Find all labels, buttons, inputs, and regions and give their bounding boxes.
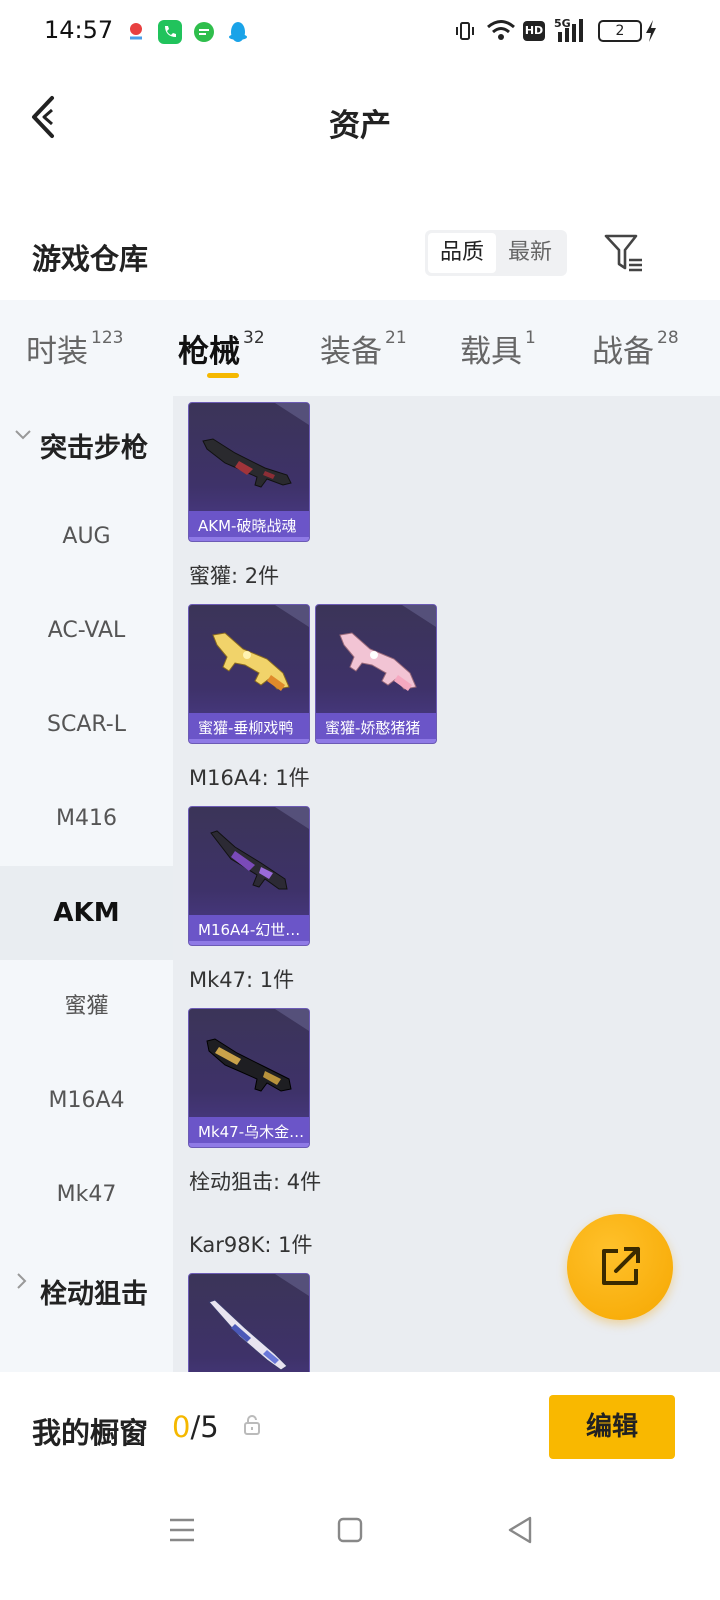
chevron-down-icon <box>14 426 32 447</box>
group-header-honey-badger: 蜜獾: 2件 <box>189 564 280 588</box>
lock-icon <box>242 1414 262 1436</box>
group-header-mk47: Mk47: 1件 <box>189 968 295 992</box>
tab-count: 21 <box>385 328 407 348</box>
qq-app-icon <box>226 20 250 44</box>
weapon-sidebar: 突击步枪 AUG AC-VAL SCAR-L M416 AKM 蜜獾 M16A4… <box>0 396 173 1372</box>
sidebar-item-ac-val[interactable]: AC-VAL <box>0 584 173 678</box>
active-tab-indicator <box>207 373 239 378</box>
rifle-image <box>210 830 288 890</box>
tab-label: 战备 <box>592 334 654 370</box>
hd-icon: HD <box>523 21 545 41</box>
smg-image <box>212 632 290 691</box>
weapon-card-honey-badger-willow[interactable]: 蜜獾-垂柳戏鸭 <box>188 604 310 744</box>
tab-count: 32 <box>243 328 265 348</box>
weapon-card-honey-badger-piggy[interactable]: 蜜獾-娇憨猪猪 <box>315 604 437 744</box>
sort-toggle[interactable]: 品质 最新 <box>425 230 567 276</box>
sort-latest-option[interactable]: 最新 <box>496 233 564 273</box>
sort-quality-option[interactable]: 品质 <box>428 233 496 273</box>
filter-icon <box>604 234 642 272</box>
tab-label: 时装 <box>26 334 88 370</box>
tab-count: 1 <box>525 328 536 348</box>
sidebar-group-label: 栓动狙击 <box>40 1279 148 1310</box>
filter-button[interactable] <box>602 232 646 274</box>
map-pin-app-icon <box>124 20 148 44</box>
tab-equipment[interactable]: 装备 21 <box>320 326 407 371</box>
sidebar-item-scar-l[interactable]: SCAR-L <box>0 678 173 772</box>
home-square-icon <box>337 1517 363 1543</box>
sidebar-item-m16a4[interactable]: M16A4 <box>0 1054 173 1148</box>
system-nav-bar <box>0 1486 720 1600</box>
category-tabs: 时装 123 枪械 32 装备 21 载具 1 战备 28 <box>0 300 720 396</box>
tab-firearms[interactable]: 枪械 32 <box>178 326 265 371</box>
sidebar-group-assault-rifles[interactable]: 突击步枪 <box>0 396 173 490</box>
tab-fashion[interactable]: 时装 123 <box>26 326 123 371</box>
weapon-card-mk47[interactable]: Mk47-乌木金… <box>188 1008 310 1148</box>
showcase-label: 我的橱窗 <box>32 1416 149 1450</box>
status-bar: 14:57 HD 5G 2 <box>0 0 720 62</box>
menu-icon <box>170 1518 194 1542</box>
smg-image <box>339 632 417 691</box>
chevron-right-icon <box>14 1272 28 1295</box>
weapon-card-kar98k[interactable] <box>188 1273 310 1372</box>
tab-label: 枪械 <box>178 334 240 370</box>
tab-count: 28 <box>657 328 679 348</box>
back-triangle-icon <box>508 1516 532 1544</box>
share-fab[interactable] <box>567 1214 673 1320</box>
sniper-rifle-image <box>208 1299 288 1371</box>
menu-nav-button[interactable] <box>162 1510 202 1550</box>
sidebar-group-bolt-action[interactable]: 栓动狙击 <box>0 1242 173 1336</box>
showcase-bar: 我的橱窗 0/5 编辑 <box>0 1372 720 1486</box>
tab-label: 载具 <box>460 334 522 370</box>
edit-button[interactable]: 编辑 <box>549 1395 675 1459</box>
tab-count: 123 <box>91 328 124 348</box>
sidebar-item-aug[interactable]: AUG <box>0 490 173 584</box>
group-header-kar98k: Kar98K: 1件 <box>189 1233 313 1257</box>
warehouse-title: 游戏仓库 <box>32 242 149 276</box>
home-nav-button[interactable] <box>330 1510 370 1550</box>
group-header-m16a4: M16A4: 1件 <box>189 766 310 790</box>
charging-icon <box>644 19 658 47</box>
rifle-image <box>206 1038 292 1092</box>
sidebar-group-label: 突击步枪 <box>40 433 148 464</box>
sidebar-item-honey-badger[interactable]: 蜜獾 <box>0 960 173 1054</box>
showcase-current: 0 <box>172 1410 191 1444</box>
showcase-total: /5 <box>190 1410 219 1444</box>
battery-icon: 2 <box>598 20 642 42</box>
weapon-card-m16a4[interactable]: M16A4-幻世… <box>188 806 310 946</box>
tab-supplies[interactable]: 战备 28 <box>592 326 679 371</box>
back-nav-button[interactable] <box>500 1510 540 1550</box>
page-title: 资产 <box>329 108 391 144</box>
tab-vehicles[interactable]: 载具 1 <box>460 326 536 371</box>
sidebar-item-mk47[interactable]: Mk47 <box>0 1148 173 1242</box>
sidebar-item-akm[interactable]: AKM <box>0 866 173 960</box>
tab-label: 装备 <box>320 334 382 370</box>
group-header-bolt-action: 栓动狙击: 4件 <box>189 1170 322 1194</box>
rifle-image <box>202 438 292 488</box>
phone-app-icon <box>158 20 182 44</box>
status-time: 14:57 <box>44 16 114 44</box>
sidebar-item-m416[interactable]: M416 <box>0 772 173 866</box>
5g-signal-icon: 5G <box>554 16 588 48</box>
message-app-icon <box>192 20 216 44</box>
vibrate-icon <box>454 20 476 46</box>
external-link-icon <box>602 1247 640 1285</box>
showcase-count: 0/5 <box>172 1410 219 1444</box>
weapon-card-akm[interactable]: AKM-破晓战魂 <box>188 402 310 542</box>
wifi-icon <box>486 18 516 46</box>
